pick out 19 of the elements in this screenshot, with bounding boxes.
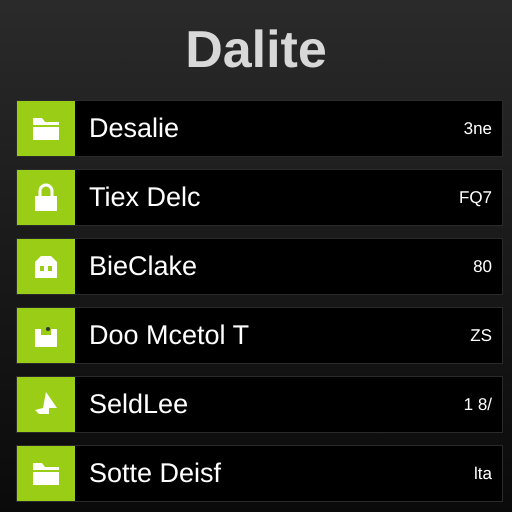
- item-value: FQ7: [458, 186, 492, 209]
- list-item[interactable]: Doo Mcetol T ZS: [16, 307, 503, 364]
- item-value: 1 8/: [464, 394, 492, 416]
- item-value: 80: [473, 256, 492, 278]
- item-value: lta: [474, 462, 492, 485]
- item-label: Desalie: [89, 112, 180, 146]
- list-item[interactable]: Sotte Deisf lta: [16, 445, 503, 502]
- list-item[interactable]: Desalie 3ne: [16, 100, 503, 157]
- item-label: Sotte Deisf: [89, 457, 222, 490]
- item-label: Doo Mcetol T: [89, 319, 250, 352]
- item-label: SeldLee: [89, 388, 190, 422]
- item-label: BieClake: [89, 250, 198, 284]
- item-value: 3ne: [464, 118, 492, 140]
- list-item[interactable]: SeldLee 1 8/: [16, 376, 503, 433]
- item-label: Tiex Delc: [89, 181, 202, 214]
- item-value: ZS: [470, 324, 492, 347]
- list-item[interactable]: Tiex Delc FQ7: [16, 169, 503, 226]
- list-item[interactable]: BieClake 80: [16, 238, 503, 295]
- app-title: Dalite: [185, 24, 327, 76]
